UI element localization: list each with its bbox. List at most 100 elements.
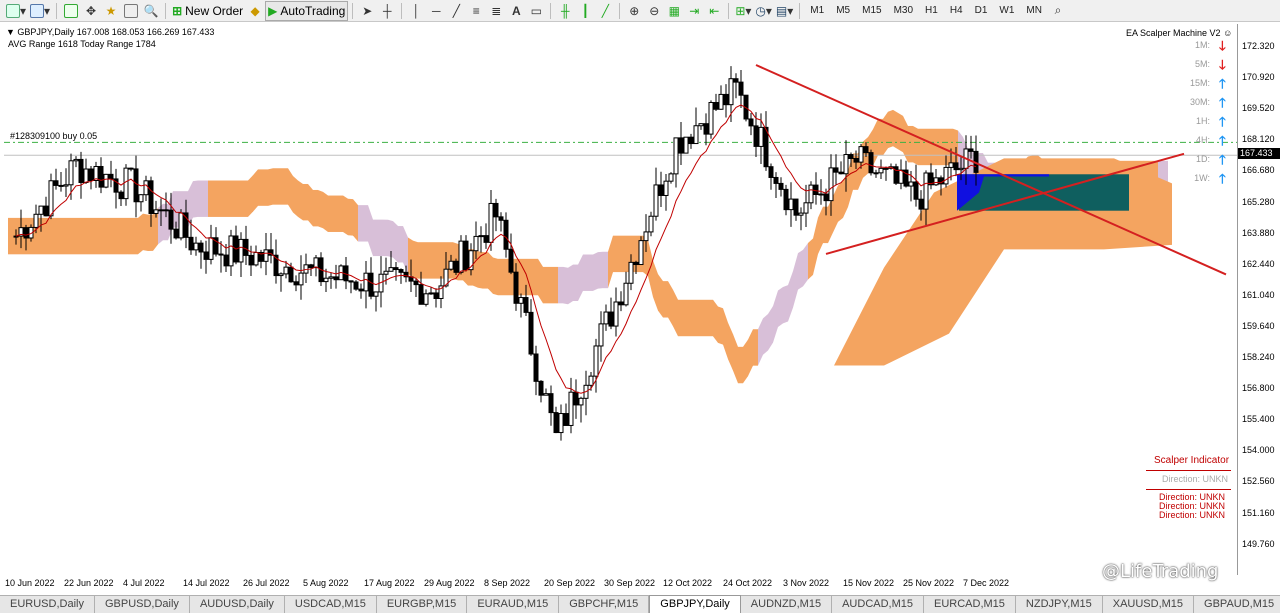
timeframe-mn[interactable]: MN xyxy=(1020,5,1048,16)
chart-tab[interactable]: GBPCHF,M15 xyxy=(559,596,650,613)
chart-tab[interactable]: XAUUSD,M15 xyxy=(1103,596,1195,613)
candle-chart-button[interactable]: ┃ xyxy=(575,1,595,21)
crosshair-nav-button[interactable]: ✥ xyxy=(81,1,101,21)
price-chart[interactable] xyxy=(4,24,1237,575)
timeframe-m5[interactable]: M5 xyxy=(830,5,856,16)
candle-body xyxy=(453,260,459,273)
timeframe-m15[interactable]: M15 xyxy=(856,5,887,16)
label-tool-button[interactable]: ▭ xyxy=(526,1,546,21)
chart-tab[interactable]: EURCAD,M15 xyxy=(924,596,1016,613)
candle-body xyxy=(73,158,79,162)
vertical-line-button[interactable]: │ xyxy=(406,1,426,21)
crosshair-tool-button[interactable]: ┼ xyxy=(377,1,397,21)
cloud-segment xyxy=(658,274,663,318)
timeframe-h4[interactable]: H4 xyxy=(944,5,969,16)
bar-chart-button[interactable]: ╫ xyxy=(555,1,575,21)
channel-button[interactable]: ≡ xyxy=(466,1,486,21)
cloud-segment xyxy=(883,111,888,156)
price-axis[interactable]: 172.320 170.920 169.520 168.120 166.680 165.2… xyxy=(1237,24,1280,575)
tile-windows-button[interactable]: ▦ xyxy=(664,1,684,21)
autoscroll-button[interactable]: ⇥ xyxy=(684,1,704,21)
price-tick-label: 170.920 xyxy=(1242,72,1275,83)
metaeditor-button[interactable]: ◆ xyxy=(245,1,265,21)
candle-body xyxy=(43,205,49,217)
candle-body xyxy=(923,172,929,210)
candle-body xyxy=(753,125,759,147)
zoom-out-button[interactable]: ⊖ xyxy=(644,1,664,21)
cloud-segment xyxy=(323,191,328,232)
candle-body xyxy=(738,81,744,96)
cloud-segment xyxy=(218,180,223,217)
chart-shift-button[interactable]: ⇤ xyxy=(704,1,724,21)
horizontal-line-button[interactable]: ─ xyxy=(426,1,446,21)
chart-tab[interactable]: GBPJPY,Daily xyxy=(649,595,741,613)
search-button[interactable]: ⌕ xyxy=(1048,1,1068,21)
chart-tab[interactable]: EURAUD,M15 xyxy=(467,596,560,613)
candle-body xyxy=(813,184,819,195)
candle-body xyxy=(508,248,514,273)
cloud-segment xyxy=(758,318,763,366)
cloud-segment xyxy=(663,281,668,318)
text-tool-button[interactable]: A xyxy=(506,1,526,21)
chart-window[interactable]: ▼ GBPJPY,Daily 167.008 168.053 166.269 1… xyxy=(4,24,1237,582)
auto-trading-button[interactable]: ▶ AutoTrading xyxy=(265,0,349,21)
chart-tab[interactable]: EURUSD,Daily xyxy=(0,596,95,613)
price-tick-label: 165.280 xyxy=(1242,196,1275,207)
timeframe-m1[interactable]: M1 xyxy=(804,5,830,16)
candle-body xyxy=(918,198,924,210)
chart-tab[interactable]: USDCAD,M15 xyxy=(285,596,377,613)
cloud-segment xyxy=(393,221,398,263)
templates-button[interactable]: ▤ ▾ xyxy=(774,1,795,21)
date-axis[interactable]: 10 Jun 2022 22 Jun 2022 4 Jul 2022 14 Jul 2… xyxy=(0,575,1237,593)
price-tick-label: 169.520 xyxy=(1242,103,1275,114)
line-chart-button[interactable]: ╱ xyxy=(595,1,615,21)
timeframe-d1[interactable]: D1 xyxy=(969,5,994,16)
candle-body xyxy=(83,168,89,183)
terminal-button[interactable] xyxy=(121,1,141,21)
text-icon: A xyxy=(511,3,521,18)
navigator-button[interactable]: ★ xyxy=(101,1,121,21)
label-icon: ▭ xyxy=(530,3,542,18)
new-order-button[interactable]: ⊞ New Order xyxy=(170,1,245,21)
periods-button[interactable]: ◷ ▾ xyxy=(753,1,774,21)
trendline-button[interactable]: ╱ xyxy=(446,1,466,21)
candle-body xyxy=(563,413,569,426)
candle-body xyxy=(948,162,954,168)
mtf-label: 4H: xyxy=(1195,135,1210,145)
chart-tab[interactable]: AUDUSD,Daily xyxy=(190,596,285,613)
chart-tab[interactable]: AUDCAD,M15 xyxy=(832,596,924,613)
chart-tab[interactable]: AUDNZD,M15 xyxy=(741,596,833,613)
candle-body xyxy=(483,235,489,243)
cloud-segment xyxy=(803,243,808,287)
profiles-button[interactable]: ▾ xyxy=(28,1,52,21)
price-tick-label: 158.240 xyxy=(1242,352,1275,362)
candle-body xyxy=(868,152,874,174)
cloud-segment xyxy=(673,289,678,337)
cloud-segment xyxy=(718,306,723,345)
timeframe-m30[interactable]: M30 xyxy=(888,5,919,16)
candle-body xyxy=(643,231,649,242)
zoom-in-button[interactable]: ⊕ xyxy=(624,1,644,21)
candle-body xyxy=(758,126,764,147)
candle-body xyxy=(833,167,839,173)
range-info: AVG Range 1618 Today Range 1784 xyxy=(8,39,156,49)
market-watch-button[interactable] xyxy=(61,1,81,21)
ichimoku-cloud xyxy=(8,109,1172,384)
tester-button[interactable]: 🔍 xyxy=(141,1,161,21)
chart-tab[interactable]: GBPUSD,Daily xyxy=(95,596,190,613)
price-tick-label: 156.800 xyxy=(1242,383,1275,394)
fibonacci-button[interactable]: ≣ xyxy=(486,1,506,21)
candle-body xyxy=(648,215,654,233)
cloud-segment xyxy=(118,217,123,255)
cloud-segment xyxy=(498,258,503,296)
timeframe-h1[interactable]: H1 xyxy=(919,5,944,16)
chart-tab[interactable]: NZDJPY,M15 xyxy=(1016,596,1103,613)
candle-body xyxy=(293,281,299,286)
cursor-tool-button[interactable]: ➤ xyxy=(357,1,377,21)
chart-tab[interactable]: GBPAUD,M15 xyxy=(1194,596,1280,613)
candle-body xyxy=(423,293,429,305)
chart-tab[interactable]: EURGBP,M15 xyxy=(377,596,468,613)
indicators-button[interactable]: ⊞ ▾ xyxy=(733,1,753,21)
new-chart-button[interactable]: ▾ xyxy=(4,1,28,21)
timeframe-w1[interactable]: W1 xyxy=(993,5,1020,16)
